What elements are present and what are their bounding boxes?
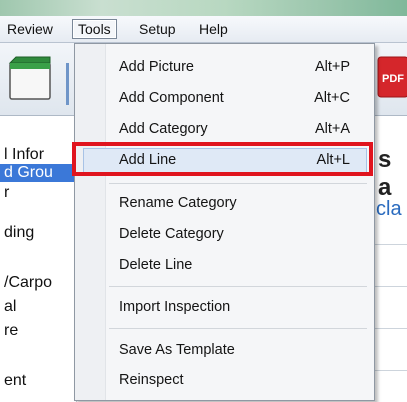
menu-item-label: Reinspect bbox=[119, 372, 184, 388]
menu-item-shortcut: Alt+A bbox=[314, 121, 350, 137]
menu-separator bbox=[109, 328, 367, 329]
menu-item-label: Delete Category bbox=[119, 226, 224, 242]
tree-item[interactable]: re bbox=[4, 322, 18, 340]
menu-item-import-inspection[interactable]: Import Inspection bbox=[75, 293, 374, 323]
menu-separator bbox=[109, 286, 367, 287]
divider bbox=[370, 370, 407, 371]
menu-item-label: Save As Template bbox=[119, 342, 235, 358]
divider bbox=[370, 244, 407, 245]
svg-text:PDF: PDF bbox=[382, 73, 404, 85]
tree-item[interactable]: l Infor bbox=[4, 146, 44, 164]
menu-bar: Review Tools Setup Help bbox=[0, 16, 407, 43]
menu-item-shortcut: Alt+C bbox=[314, 90, 350, 106]
menu-setup[interactable]: Setup bbox=[134, 20, 181, 38]
tree-item-selected[interactable]: d Grou bbox=[0, 164, 76, 182]
inspection-tree: l Infor d Grou r ding /Carpo al re ent bbox=[0, 116, 77, 402]
divider bbox=[370, 286, 407, 287]
content-area: s a cla bbox=[370, 116, 407, 402]
menu-item-save-as-template[interactable]: Save As Template bbox=[75, 336, 374, 366]
tree-item[interactable]: ent bbox=[4, 372, 26, 390]
menu-review[interactable]: Review bbox=[2, 20, 58, 38]
menu-tools[interactable]: Tools bbox=[72, 19, 117, 39]
menu-item-delete-line[interactable]: Delete Line bbox=[75, 251, 374, 281]
menu-item-add-category[interactable]: Add Category Alt+A bbox=[75, 115, 374, 145]
menu-item-shortcut: Alt+P bbox=[314, 59, 350, 75]
menu-help[interactable]: Help bbox=[194, 20, 233, 38]
menu-item-label: Add Component bbox=[119, 90, 224, 106]
tools-dropdown-menu: Add Picture Alt+P Add Component Alt+C Ad… bbox=[74, 43, 375, 401]
menu-item-label: Rename Category bbox=[119, 195, 237, 211]
menu-separator bbox=[109, 183, 367, 184]
menu-item-reinspect[interactable]: Reinspect bbox=[75, 366, 374, 396]
menu-item-label: Import Inspection bbox=[119, 299, 231, 315]
menu-item-add-component[interactable]: Add Component Alt+C bbox=[75, 84, 374, 114]
divider bbox=[370, 328, 407, 329]
menu-item-label: Add Picture bbox=[119, 59, 194, 75]
title-bar-strip bbox=[0, 0, 407, 16]
tree-item[interactable]: /Carpo bbox=[4, 274, 52, 292]
tree-item[interactable]: al bbox=[4, 298, 16, 316]
menu-item-rename-category[interactable]: Rename Category bbox=[75, 189, 374, 219]
menu-item-label: Add Category bbox=[119, 121, 208, 137]
tree-item[interactable]: r bbox=[4, 184, 9, 202]
toolbar-separator bbox=[66, 63, 69, 105]
menu-item-add-picture[interactable]: Add Picture Alt+P bbox=[75, 53, 374, 83]
section-heading: s a bbox=[378, 146, 392, 201]
new-inspection-icon[interactable] bbox=[6, 53, 54, 103]
tree-item[interactable]: ding bbox=[4, 224, 34, 242]
content-link[interactable]: cla bbox=[376, 198, 402, 221]
pdf-icon[interactable]: PDF bbox=[376, 55, 407, 99]
annotation-highlight-box bbox=[72, 142, 373, 176]
menu-item-label: Delete Line bbox=[119, 257, 193, 273]
menu-item-delete-category[interactable]: Delete Category bbox=[75, 220, 374, 250]
